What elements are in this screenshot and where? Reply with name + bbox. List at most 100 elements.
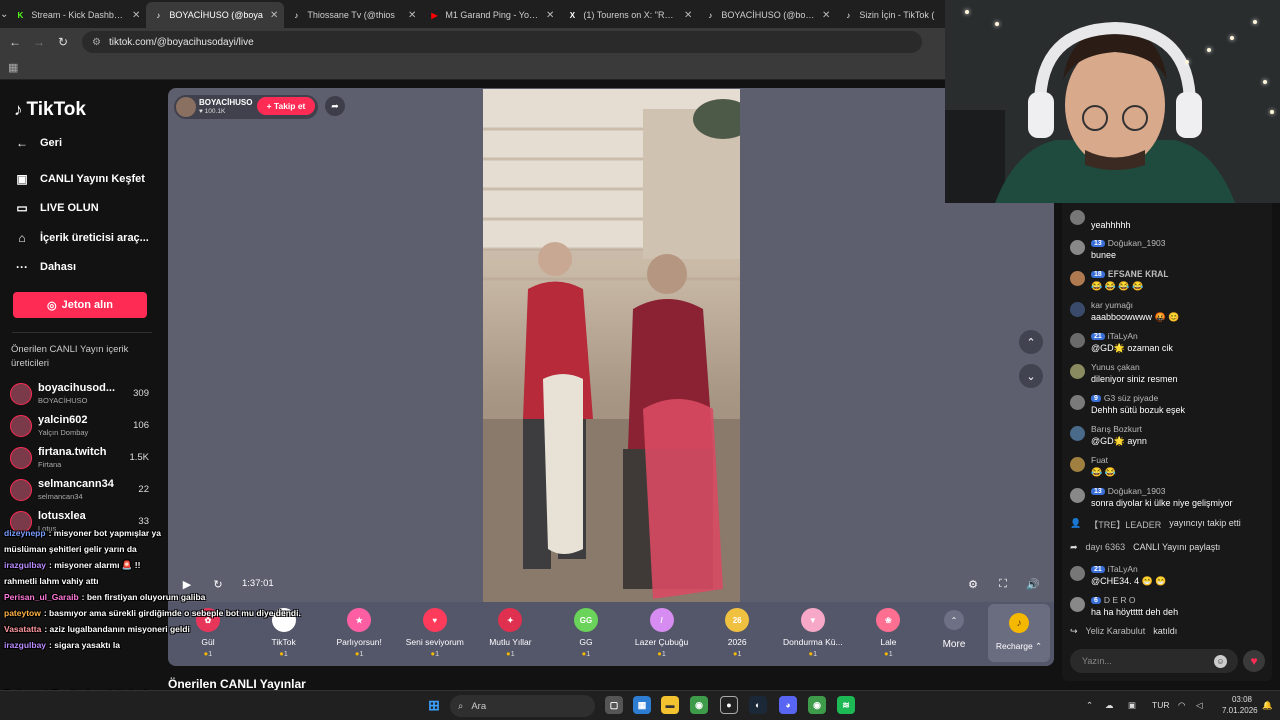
chevron-up-icon[interactable]: ⌃ — [1019, 330, 1043, 354]
gift-item[interactable]: ▼ Dondurma Kü... ●1 — [775, 606, 851, 658]
language-indicator[interactable]: TUR — [1152, 700, 1169, 710]
chat-user[interactable]: Barış Bozkurt — [1091, 424, 1142, 434]
chrome-icon[interactable]: ◉ — [690, 696, 708, 714]
suggested-creator[interactable]: firtana.twitch Firtana 1.5K — [10, 445, 155, 473]
wifi-icon[interactable]: ◠ — [1178, 700, 1185, 711]
divider — [12, 332, 152, 333]
avatar[interactable] — [1070, 395, 1085, 410]
notification-icon[interactable]: 🔔 — [1262, 700, 1273, 711]
site-info-icon[interactable]: ⚙ — [92, 37, 101, 48]
suggested-creator[interactable]: yalcin602 Yalçın Dombay 106 — [10, 413, 155, 441]
close-icon[interactable]: ✕ — [132, 10, 140, 21]
taskbar-search[interactable]: ⌕ Ara — [450, 695, 595, 717]
forward-arrow-icon[interactable]: → — [30, 33, 48, 51]
sidebar-item-2[interactable]: ▭ LIVE OLUN — [14, 201, 98, 215]
close-icon[interactable]: ✕ — [822, 10, 830, 21]
settings-gear-icon[interactable]: ⚙ — [964, 575, 982, 593]
chat-user[interactable]: 13 Doğukan_1903 — [1091, 238, 1165, 248]
browser-tab[interactable]: X (1) Tourens on X: "RAZER ✕ — [560, 2, 698, 28]
gift-item[interactable]: 26 2026 ●1 — [699, 606, 775, 658]
chat-user[interactable]: 9 G3 süz piyade — [1091, 393, 1158, 403]
close-icon[interactable]: ✕ — [684, 10, 692, 21]
store-icon[interactable]: ▦ — [633, 696, 651, 714]
windows-start-icon[interactable]: ⊞ — [425, 696, 443, 714]
avatar[interactable] — [10, 415, 32, 437]
reload-icon[interactable]: ↻ — [54, 33, 72, 51]
avatar[interactable] — [1070, 488, 1085, 503]
browser-tab[interactable]: K Stream - Kick Dashboard ✕ — [8, 2, 146, 28]
avatar[interactable] — [10, 383, 32, 405]
emoji-icon[interactable]: ☺ — [1214, 655, 1227, 668]
browser-tab[interactable]: ♪ BOYACİHUSO (@boyacih ✕ — [698, 2, 836, 28]
back-arrow-icon[interactable]: ← — [6, 33, 24, 51]
avatar[interactable] — [1070, 271, 1085, 286]
tab-search-icon[interactable]: ⌄ — [0, 0, 8, 28]
close-icon[interactable]: ✕ — [270, 10, 278, 21]
avatar[interactable] — [1070, 364, 1085, 379]
avatar[interactable] — [1070, 457, 1085, 472]
close-icon[interactable]: ✕ — [408, 10, 416, 21]
level-badge: 6 — [1091, 596, 1101, 604]
gift-item[interactable]: ❀ Lale ●1 — [850, 606, 926, 658]
avatar[interactable] — [1070, 302, 1085, 317]
apps-grid-icon[interactable]: ▦ — [8, 61, 18, 74]
recharge-button[interactable]: ♪ Recharge ⌃ — [988, 604, 1050, 662]
browser-tab[interactable]: ♪ Thiossane Tv (@thios ✕ — [284, 2, 422, 28]
avatar[interactable] — [1070, 597, 1085, 612]
volume-icon[interactable]: 🔊 — [1024, 575, 1042, 593]
spotify-icon[interactable]: ≋ — [837, 696, 855, 714]
avatar[interactable] — [1070, 333, 1085, 348]
chat-user[interactable]: Yunus çakan — [1091, 362, 1140, 372]
fullscreen-icon[interactable]: ⛶ — [994, 575, 1012, 593]
app-tray-icon[interactable]: ▣ — [1128, 700, 1136, 711]
like-heart-icon[interactable]: ♥ — [1243, 650, 1265, 672]
github-icon[interactable]: ● — [720, 696, 738, 714]
avatar[interactable] — [1070, 566, 1085, 581]
chat-user[interactable]: Fuat — [1091, 455, 1108, 465]
get-coins-button[interactable]: ◎ Jeton alın — [13, 292, 147, 318]
gift-item[interactable]: ★ Parlıyorsun! ●1 — [321, 606, 397, 658]
avatar[interactable] — [1070, 240, 1085, 255]
browser-tab[interactable]: ▶ M1 Garand Ping - YouTub ✕ — [422, 2, 560, 28]
chat-input[interactable]: Yazın... — [1070, 649, 1238, 673]
chat-user[interactable]: 21 iTaLyAn — [1091, 331, 1138, 341]
follow-button[interactable]: + Takip et — [257, 97, 315, 115]
volume-icon[interactable]: ◁ — [1196, 700, 1203, 711]
sidebar-item-0[interactable]: ← Geri — [14, 136, 62, 150]
browser-tab[interactable]: ♪ BOYACİHUSO (@boya ✕ — [146, 2, 285, 28]
avatar[interactable] — [10, 447, 32, 469]
gift-item[interactable]: ✦ Mutlu Yıllar ●1 — [472, 606, 548, 658]
share-icon[interactable]: ➦ — [325, 96, 345, 116]
host-avatar[interactable] — [176, 97, 196, 117]
suggested-creator[interactable]: boyacihusod... BOYACİHUSO 309 — [10, 381, 155, 409]
chevron-up-icon[interactable]: ⌃ — [1086, 700, 1093, 711]
chevron-down-icon[interactable]: ⌄ — [1019, 364, 1043, 388]
avatar[interactable] — [1070, 426, 1085, 441]
more-gifts-button[interactable]: ⌃ More — [935, 608, 973, 650]
avatar[interactable] — [1070, 210, 1085, 225]
avatar[interactable] — [10, 479, 32, 501]
chat-user[interactable]: kar yumağı — [1091, 300, 1133, 310]
tiktok-logo[interactable]: ♪ TikTok — [14, 99, 86, 121]
chat-user[interactable]: 21 iTaLyAn — [1091, 564, 1138, 574]
sidebar-item-4[interactable]: ··· Dahası — [14, 260, 76, 274]
taskbar-clock[interactable]: 03:08 7.01.2026 — [1222, 694, 1258, 716]
sidebar-item-1[interactable]: ▣ CANLI Yayını Keşfet — [14, 172, 145, 186]
chat-user[interactable]: 6D E R O — [1091, 595, 1136, 605]
discord-icon[interactable]: ◕ — [779, 696, 797, 714]
live-video[interactable] — [483, 89, 740, 602]
sidebar-item-3[interactable]: ⌂ İçerik üreticisi araç... — [14, 231, 148, 245]
close-icon[interactable]: ✕ — [546, 10, 554, 21]
chrome-icon[interactable]: ◉ — [808, 696, 826, 714]
task-view-icon[interactable]: ▢ — [605, 696, 623, 714]
steam-icon[interactable]: ◐ — [749, 696, 767, 714]
gift-item[interactable]: / Lazer Çubuğu ●1 — [624, 606, 700, 658]
gift-item[interactable]: GG GG ●1 — [548, 606, 624, 658]
address-bar[interactable]: ⚙ tiktok.com/@boyacihusodayi/live — [82, 31, 922, 53]
network-icon[interactable]: ☁ — [1105, 700, 1114, 711]
suggested-creator[interactable]: selmancann34 selmancan34 22 — [10, 477, 155, 505]
chat-user[interactable]: 13 Doğukan_1903 — [1091, 486, 1165, 496]
file-explorer-icon[interactable]: ▬ — [661, 696, 679, 714]
gift-item[interactable]: ♥ Seni seviyorum ●1 — [397, 606, 473, 658]
chat-user[interactable]: 18 𝐄𝐅𝐒𝐀𝐍𝐄 𝐊𝐑𝐀𝐋 — [1091, 269, 1168, 280]
